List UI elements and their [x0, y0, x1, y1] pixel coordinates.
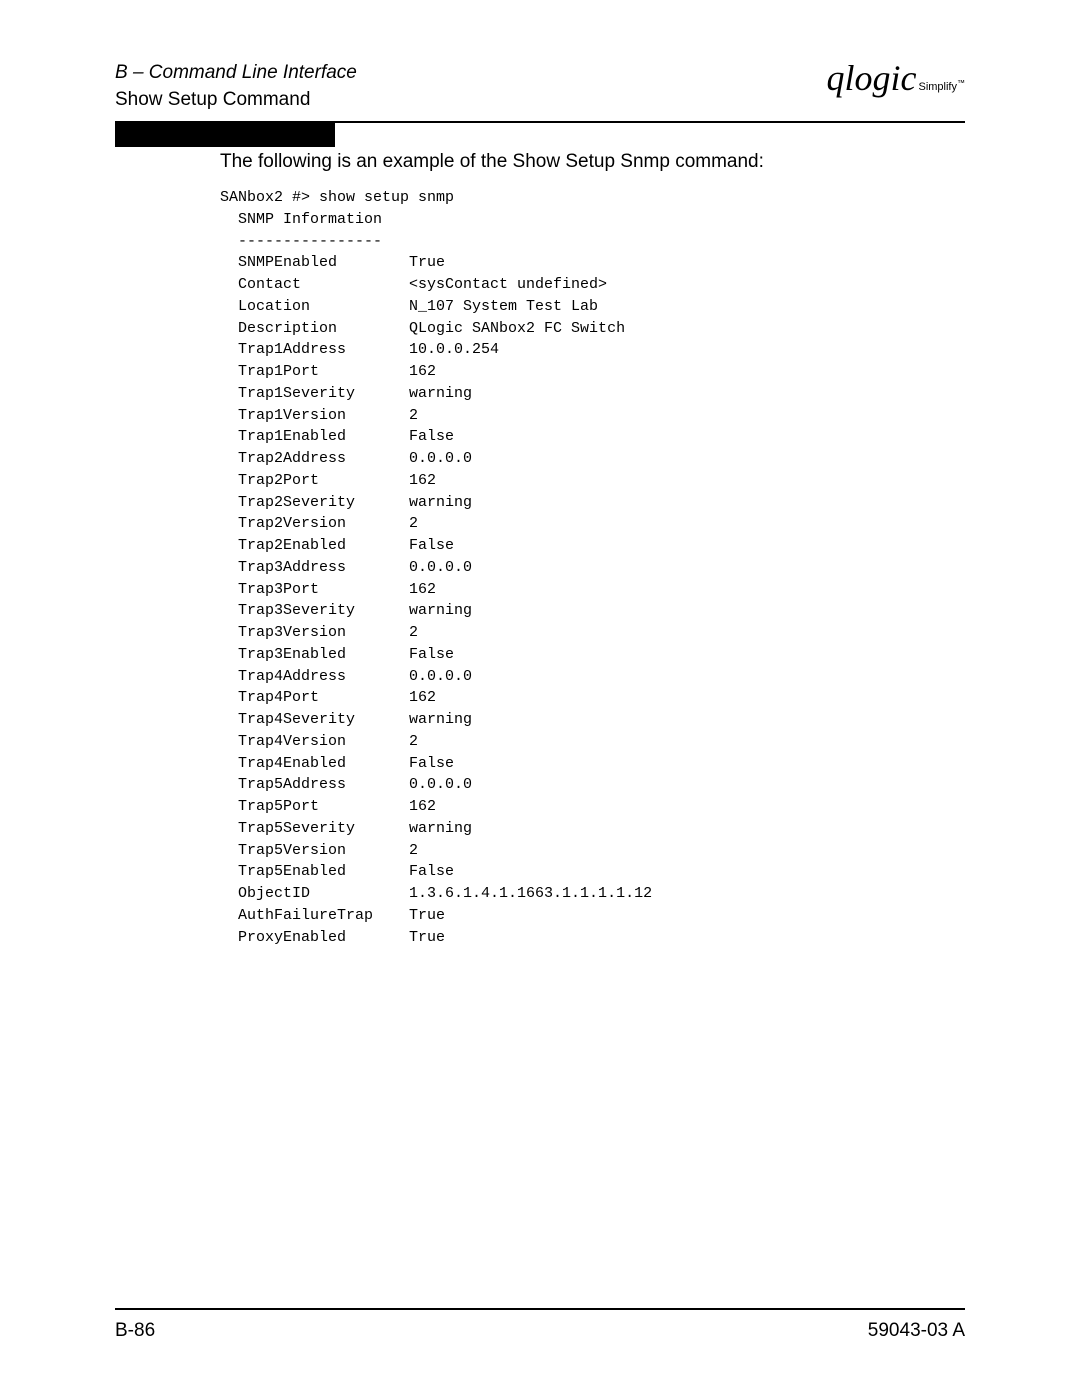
intro-text: The following is an example of the Show … — [220, 151, 965, 173]
logo-main: qlogic — [827, 58, 917, 98]
page-header-text: B – Command Line Interface Show Setup Co… — [115, 60, 357, 113]
logo-sub: Simplify — [918, 81, 957, 93]
header-line-2: Show Setup Command — [115, 87, 357, 114]
black-bar — [115, 122, 335, 147]
logo-tm: ™ — [957, 78, 965, 87]
page-number: B-86 — [115, 1320, 155, 1342]
doc-number: 59043-03 A — [868, 1320, 965, 1342]
qlogic-logo: qlogicSimplify™ — [827, 60, 966, 96]
footer-rule — [115, 1308, 965, 1310]
code-block: SANbox2 #> show setup snmp SNMP Informat… — [220, 187, 965, 948]
header-line-1: B – Command Line Interface — [115, 60, 357, 87]
